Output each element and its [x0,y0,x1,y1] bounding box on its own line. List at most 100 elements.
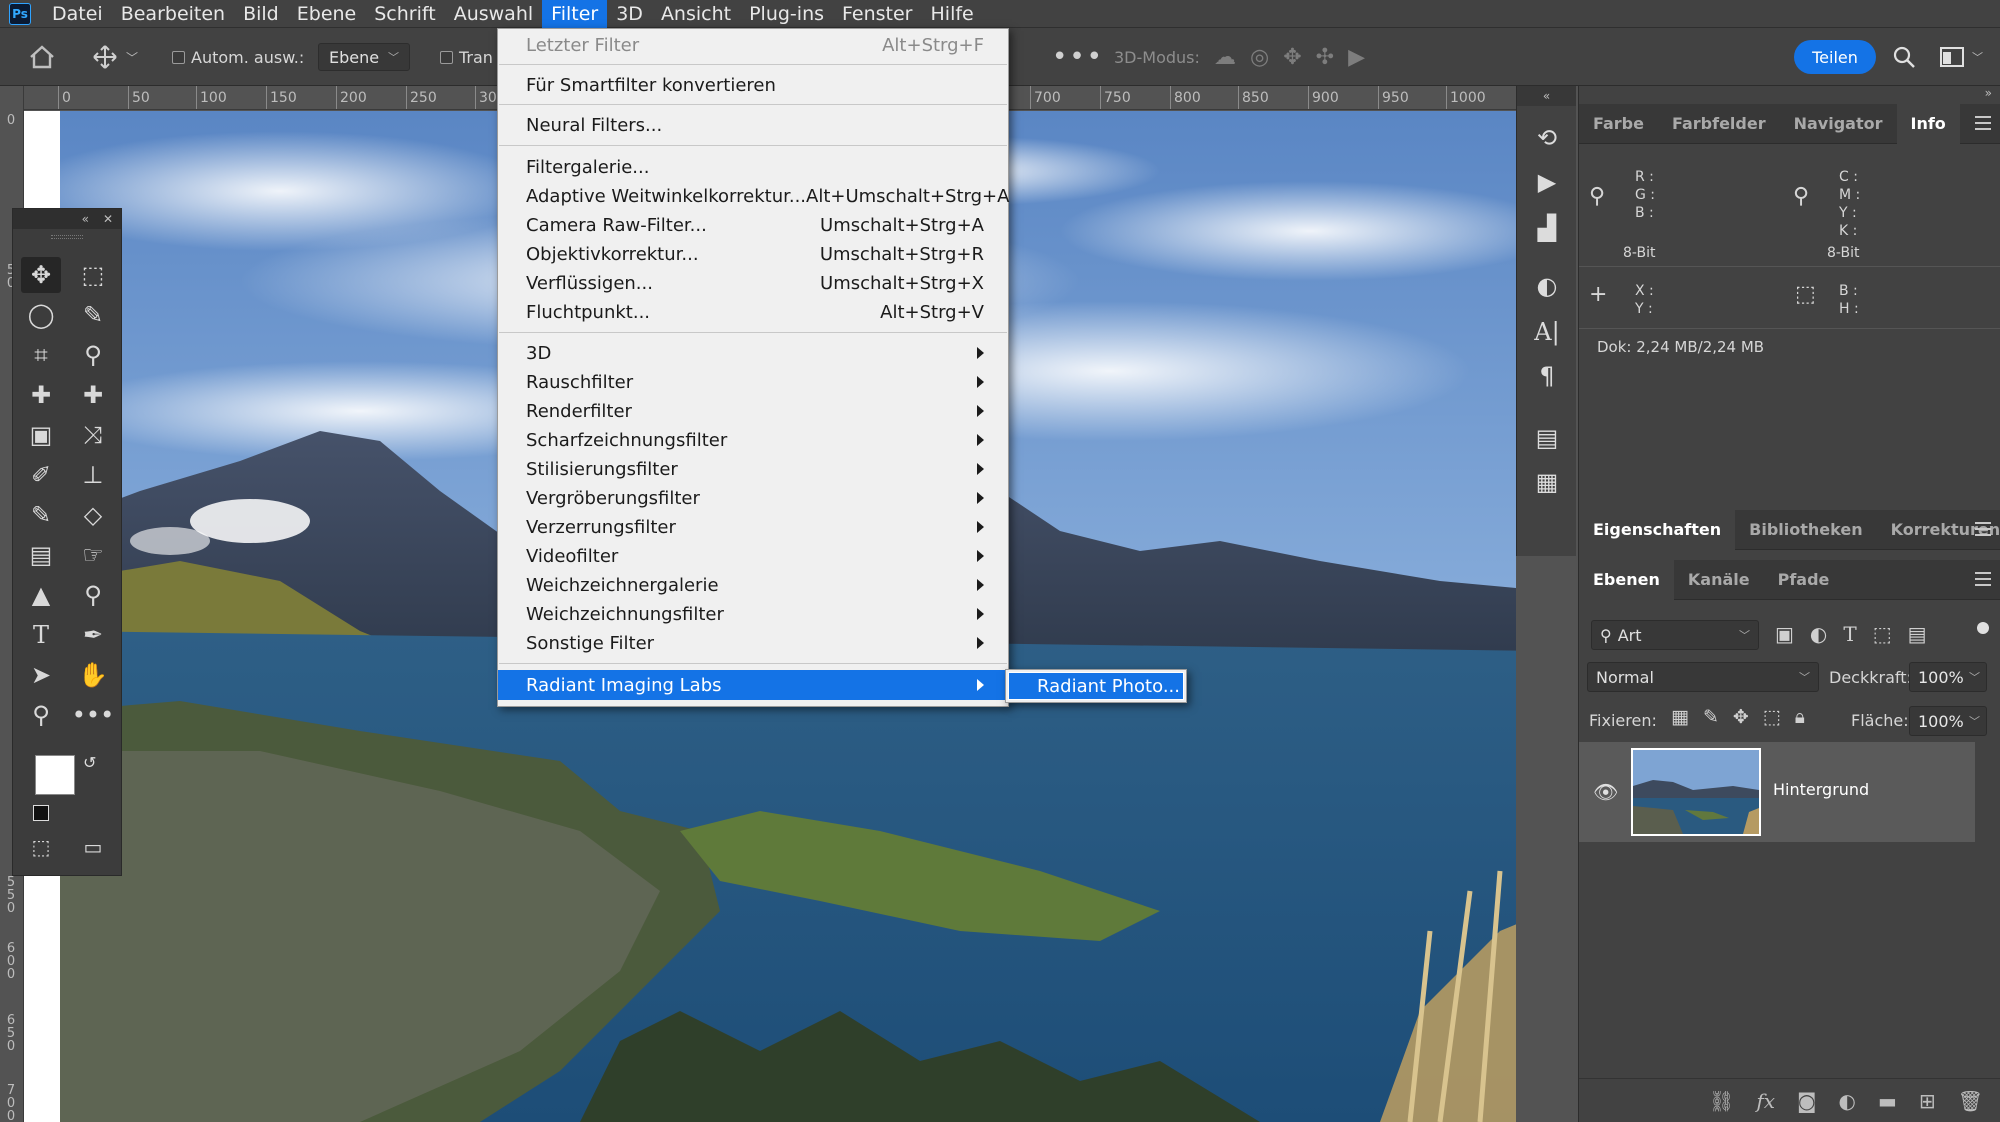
brush-tool-icon[interactable]: ✐ [21,457,61,493]
tab-ebenen[interactable]: Ebenen [1579,559,1674,600]
menu-ansicht[interactable]: Ansicht [652,0,740,28]
checkbox-box[interactable] [172,50,185,64]
zoom-tool-icon[interactable]: ⚲ [21,697,61,733]
quick-selection-tool-icon[interactable]: ✎ [73,297,113,333]
checkbox-box[interactable] [440,50,453,64]
menu-hilfe[interactable]: Hilfe [922,0,983,28]
menu-3d[interactable]: 3D [607,0,652,28]
menu-plug-ins[interactable]: Plug-ins [740,0,833,28]
smart-object-filter-icon[interactable]: ▤ [1908,622,1927,646]
layer-select[interactable]: Ebene ﹀ [318,43,410,71]
menu-item-verzerrungsfilter[interactable]: Verzerrungsfilter [498,513,1008,541]
tab-kanaele[interactable]: Kanäle [1674,560,1764,600]
tab-navigator[interactable]: Navigator [1780,104,1897,144]
clone-stamp-tool-icon[interactable]: ⊥ [73,457,113,493]
auto-select-checkbox[interactable]: Autom. ausw.: [172,28,304,86]
default-colors-icon[interactable] [33,805,49,821]
blur-tool-icon[interactable]: ▲ [21,577,61,613]
type-layer-filter-icon[interactable]: T [1843,622,1856,646]
move-tool-icon[interactable]: ✥ [21,257,61,293]
layer-thumbnail[interactable] [1631,748,1761,836]
menu-item-stilisierungsfilter[interactable]: Stilisierungsfilter [498,455,1008,483]
menu-item-sonstige-filter[interactable]: Sonstige Filter [498,629,1008,657]
tools-panel-header[interactable]: « ✕ [13,209,121,229]
eraser-tool-icon[interactable]: ◇ [73,497,113,533]
panel-menu-icon[interactable] [1975,116,1991,130]
menu-datei[interactable]: Datei [43,0,112,28]
swap-colors-icon[interactable]: ↺ [83,753,96,772]
eye-icon[interactable]: 👁︎ [1593,780,1618,804]
new-adjustment-layer-icon[interactable]: ◐ [1838,1089,1855,1113]
menu-item-camera-raw[interactable]: Camera Raw-Filter... Umschalt+Strg+A [498,211,1008,239]
lasso-tool-icon[interactable]: ◯ [21,297,61,333]
menu-item-rauschfilter[interactable]: Rauschfilter [498,368,1008,396]
menu-item-vergroeberungsfilter[interactable]: Vergröberungsfilter [498,484,1008,512]
spot-healing-tool-icon[interactable]: ✚ [21,377,61,413]
glyphs-panel-icon[interactable]: ▦ [1517,462,1577,502]
move-tool-icon[interactable]: ﹀ [92,28,138,86]
menu-item-letzter-filter[interactable]: Letzter Filter Alt+Strg+F [498,31,1008,59]
home-icon[interactable] [28,28,56,86]
collapse-icon[interactable]: « [1517,86,1576,106]
pan-3d-icon[interactable]: ✥ [1283,45,1301,70]
add-mask-icon[interactable]: ◙ [1797,1089,1816,1113]
gradient-tool-icon[interactable]: ▤ [21,537,61,573]
tab-info[interactable]: Info [1896,103,1960,144]
chevron-down-icon[interactable]: ﹀ [126,49,138,66]
menu-item-weichzeichnungsfilter[interactable]: Weichzeichnungsfilter [498,600,1008,628]
tab-farbfelder[interactable]: Farbfelder [1658,104,1780,144]
type-tool-icon[interactable]: T [21,617,61,653]
drag-handle[interactable] [51,235,83,239]
adjustments-panel-icon[interactable]: ◐ [1517,266,1577,306]
lock-artboard-icon[interactable]: ⬚ [1763,706,1781,728]
menu-item-scharfzeichnungsfilter[interactable]: Scharfzeichnungsfilter [498,426,1008,454]
path-selection-tool-icon[interactable]: ➤ [21,657,61,693]
panel-menu-icon[interactable] [1975,522,1991,536]
actions-panel-icon[interactable]: ▶ [1517,162,1577,202]
panel-menu-icon[interactable] [1975,572,1991,586]
eyedropper-tool-icon[interactable]: ⚲ [73,337,113,373]
layer-style-icon[interactable]: fx [1756,1089,1775,1113]
menu-auswahl[interactable]: Auswahl [445,0,542,28]
menu-filter[interactable]: Filter [542,0,608,28]
menu-item-radiant-photo[interactable]: Radiant Photo... [1008,672,1184,700]
tab-farbe[interactable]: Farbe [1579,104,1658,144]
menu-item-3d[interactable]: 3D [498,339,1008,367]
dodge-tool-icon[interactable]: ⚲ [73,577,113,613]
new-layer-icon[interactable]: ⊞ [1919,1089,1936,1113]
collapse-icon[interactable]: « [82,212,89,226]
crop-tool-icon[interactable]: ⌗ [21,337,61,373]
opacity-input[interactable]: 100% ﹀ [1909,662,1987,692]
menu-bild[interactable]: Bild [234,0,288,28]
pixel-layer-filter-icon[interactable]: ▣ [1775,622,1794,646]
marquee-tool-icon[interactable]: ⬚ [73,257,113,293]
menu-item-weichzeichnergalerie[interactable]: Weichzeichnergalerie [498,571,1008,599]
transform-checkbox[interactable]: Tran [440,28,493,86]
search-icon[interactable] [1892,28,1916,86]
shape-layer-filter-icon[interactable]: ⬚ [1873,622,1892,646]
menu-item-objektivkorrektur[interactable]: Objektivkorrektur... Umschalt+Strg+R [498,240,1008,268]
histogram-panel-icon[interactable]: ▟ [1517,208,1577,248]
menu-schrift[interactable]: Schrift [365,0,444,28]
layer-row[interactable]: 👁︎ Hintergrund [1579,742,1975,842]
frame-tool-icon[interactable]: ▣ [21,417,61,453]
filter-toggle-switch[interactable] [1977,622,1989,644]
hand-tool-icon[interactable]: ✋ [73,657,113,693]
paragraph-panel-icon[interactable]: ¶ [1517,356,1577,396]
menu-item-videofilter[interactable]: Videofilter [498,542,1008,570]
lock-image-icon[interactable]: ✎ [1703,706,1719,728]
menu-item-adaptive-weitwinkel[interactable]: Adaptive Weitwinkelkorrektur... Alt+Umsc… [498,182,1009,210]
blend-mode-select[interactable]: Normal ﹀ [1587,662,1819,692]
collapse-dock-icon[interactable]: » [1985,86,1992,100]
menu-item-fluchtpunkt[interactable]: Fluchtpunkt... Alt+Strg+V [498,298,1008,326]
lock-all-icon[interactable]: 🔒︎ [1795,706,1805,728]
slide-3d-icon[interactable]: ✣ [1316,45,1334,70]
foreground-color-swatch[interactable] [35,755,75,795]
content-aware-move-icon[interactable]: ⤨ [73,417,113,453]
orbit-3d-icon[interactable]: ☁ [1214,45,1236,70]
more-tools-icon[interactable]: ••• [72,697,114,733]
healing-brush-tool-icon[interactable]: ✚ [73,377,113,413]
share-button[interactable]: Teilen [1794,40,1876,74]
close-icon[interactable]: ✕ [103,212,113,226]
screen-mode-icon[interactable]: ▭ [73,829,113,865]
